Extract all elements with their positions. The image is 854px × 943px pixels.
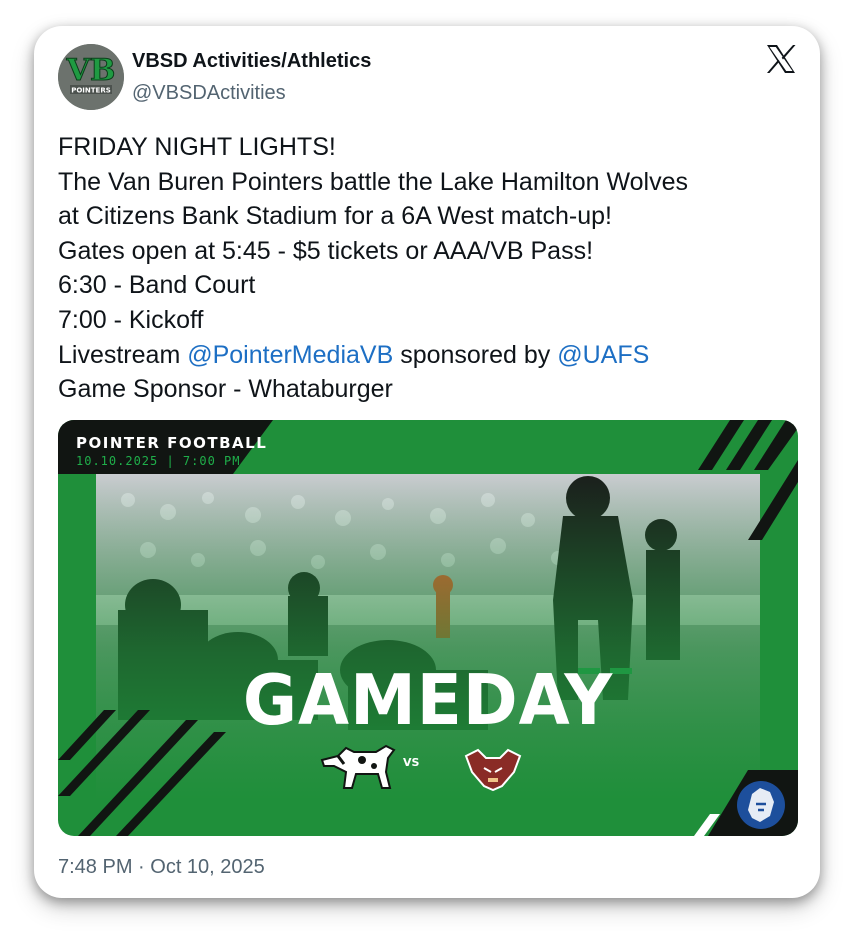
sponsored-by-label: sponsored by [393, 340, 558, 369]
post-line: Gates open at 5:45 - $5 tickets or AAA/V… [58, 236, 594, 265]
vs-label: VS [403, 756, 420, 769]
post-image[interactable]: POINTER FOOTBALL 10.10.2025 | 7:00 PM GA… [58, 420, 798, 836]
graphic-title: POINTER FOOTBALL [76, 434, 268, 452]
post-line: FRIDAY NIGHT LIGHTS! [58, 133, 336, 161]
post-line: at Citizens Bank Stadium for a 6A West m… [58, 202, 612, 231]
post-text: FRIDAY NIGHT LIGHTS! The Van Buren Point… [58, 130, 798, 407]
post-line: 6:30 - Band Court [58, 271, 256, 300]
livestream-label: Livestream [58, 340, 188, 369]
svg-text:VB: VB [66, 53, 116, 88]
avatar-label: POINTERS [71, 87, 111, 95]
author-handle[interactable]: @VBSDActivities [132, 82, 286, 105]
post-card: VB POINTERS VBSD Activities/Athletics @V… [34, 26, 820, 898]
post-line: Livestream @PointerMediaVB sponsored by … [58, 338, 798, 373]
author-name[interactable]: VBSD Activities/Athletics [132, 50, 371, 73]
gameday-graphic [58, 420, 798, 836]
wolf-icon [464, 748, 522, 792]
post-line: 7:00 - Kickoff [58, 305, 204, 334]
graphic-date: 10.10.2025 | 7:00 PM [76, 454, 241, 468]
post-line: The Van Buren Pointers battle the Lake H… [58, 167, 688, 196]
pointer-dog-icon [320, 744, 396, 789]
lion-badge-icon [737, 781, 785, 829]
post-timestamp[interactable]: 7:48 PM · Oct 10, 2025 [58, 856, 265, 879]
x-logo-icon[interactable] [764, 42, 798, 76]
mention-uafs[interactable]: @UAFS [557, 341, 649, 369]
gameday-headline: GAMEDAY [242, 660, 614, 741]
vb-logo-icon: VB POINTERS [58, 44, 124, 110]
mention-pointermediavb[interactable]: @PointerMediaVB [187, 341, 393, 369]
avatar[interactable]: VB POINTERS [58, 44, 124, 110]
post-line: Game Sponsor - Whataburger [58, 375, 393, 404]
